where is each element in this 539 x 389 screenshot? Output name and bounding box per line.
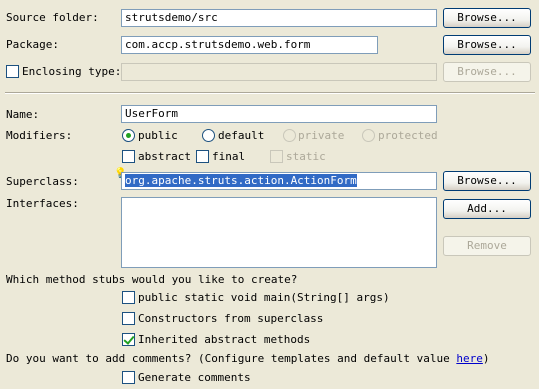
modifiers-label: Modifiers:: [6, 129, 73, 142]
enclosing-type-browse-button[interactable]: Browse...: [443, 62, 531, 82]
private-radio[interactable]: [283, 129, 296, 142]
source-folder-label: Source folder:: [6, 11, 99, 24]
constructors-label: Constructors from superclass: [138, 312, 324, 325]
abstract-checkbox[interactable]: [122, 150, 135, 163]
superclass-browse-button[interactable]: Browse...: [443, 171, 531, 191]
default-radio[interactable]: [202, 129, 215, 142]
generate-comments-checkbox[interactable]: [122, 371, 135, 384]
remove-interface-button[interactable]: Remove: [443, 236, 531, 256]
name-label: Name:: [6, 108, 40, 121]
comments-question-prefix: Do you want to add comments? (Configure …: [6, 352, 457, 365]
main-method-label: public static void main(String[] args): [138, 291, 390, 304]
superclass-value: org.apache.struts.action.ActionForm: [125, 174, 357, 187]
constructors-checkbox[interactable]: [122, 312, 135, 325]
package-browse-button[interactable]: Browse...: [443, 35, 531, 55]
source-folder-browse-button[interactable]: Browse...: [443, 8, 531, 28]
private-label: private: [298, 129, 345, 142]
public-radio[interactable]: [122, 129, 135, 142]
inherited-methods-checkbox[interactable]: [122, 333, 135, 346]
superclass-input[interactable]: org.apache.struts.action.ActionForm: [121, 172, 437, 190]
add-interface-button[interactable]: Add...: [443, 199, 531, 219]
comments-question-suffix: ): [482, 352, 490, 365]
inherited-methods-label: Inherited abstract methods: [138, 333, 311, 346]
separator: [5, 92, 535, 94]
package-label: Package:: [6, 38, 59, 51]
comments-question: Do you want to add comments? (Configure …: [6, 352, 489, 366]
superclass-label: Superclass:: [6, 175, 79, 188]
enclosing-type-label: Enclosing type:: [22, 65, 122, 78]
static-label: static: [286, 150, 326, 163]
enclosing-type-checkbox[interactable]: [6, 65, 19, 78]
package-input[interactable]: com.accp.strutsdemo.web.form: [121, 36, 378, 54]
main-method-checkbox[interactable]: [122, 291, 135, 304]
protected-label: protected: [378, 129, 438, 142]
interfaces-list[interactable]: [121, 197, 437, 268]
generate-comments-label: Generate comments: [138, 371, 251, 384]
enclosing-type-input[interactable]: [121, 63, 437, 81]
public-label: public: [138, 129, 178, 142]
stubs-question: Which method stubs would you like to cre…: [6, 273, 298, 286]
interfaces-label: Interfaces:: [6, 197, 79, 210]
source-folder-input[interactable]: strutsdemo/src: [121, 9, 437, 27]
static-checkbox[interactable]: [270, 150, 283, 163]
configure-templates-link[interactable]: here: [456, 352, 483, 365]
final-label: final: [212, 150, 246, 163]
protected-radio[interactable]: [362, 129, 375, 142]
abstract-label: abstract: [138, 150, 191, 163]
final-checkbox[interactable]: [196, 150, 209, 163]
name-input[interactable]: UserForm: [121, 105, 437, 123]
default-label: default: [218, 129, 265, 142]
